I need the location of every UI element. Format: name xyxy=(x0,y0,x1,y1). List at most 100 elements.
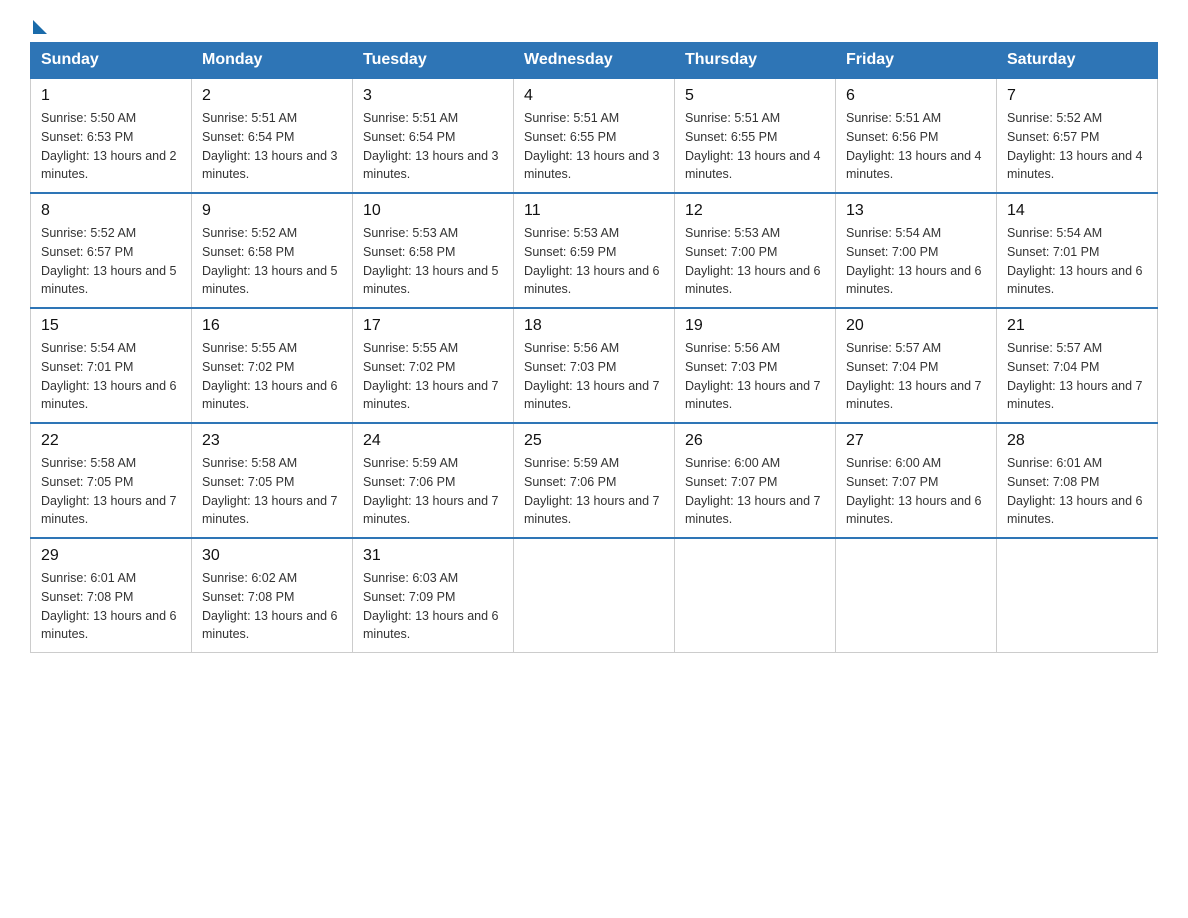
day-number: 19 xyxy=(685,317,825,335)
day-info: Sunrise: 5:55 AMSunset: 7:02 PMDaylight:… xyxy=(363,339,503,414)
day-info: Sunrise: 5:52 AMSunset: 6:58 PMDaylight:… xyxy=(202,224,342,299)
day-info: Sunrise: 5:53 AMSunset: 6:58 PMDaylight:… xyxy=(363,224,503,299)
calendar-cell: 11 Sunrise: 5:53 AMSunset: 6:59 PMDaylig… xyxy=(514,193,675,308)
calendar-table: SundayMondayTuesdayWednesdayThursdayFrid… xyxy=(30,42,1158,653)
day-info: Sunrise: 5:58 AMSunset: 7:05 PMDaylight:… xyxy=(41,454,181,529)
calendar-cell: 14 Sunrise: 5:54 AMSunset: 7:01 PMDaylig… xyxy=(997,193,1158,308)
day-info: Sunrise: 6:00 AMSunset: 7:07 PMDaylight:… xyxy=(685,454,825,529)
day-number: 20 xyxy=(846,317,986,335)
calendar-cell xyxy=(997,538,1158,653)
day-number: 13 xyxy=(846,202,986,220)
day-info: Sunrise: 6:01 AMSunset: 7:08 PMDaylight:… xyxy=(41,569,181,644)
calendar-cell: 29 Sunrise: 6:01 AMSunset: 7:08 PMDaylig… xyxy=(31,538,192,653)
calendar-cell: 13 Sunrise: 5:54 AMSunset: 7:00 PMDaylig… xyxy=(836,193,997,308)
calendar-cell: 22 Sunrise: 5:58 AMSunset: 7:05 PMDaylig… xyxy=(31,423,192,538)
day-number: 1 xyxy=(41,87,181,105)
calendar-cell: 5 Sunrise: 5:51 AMSunset: 6:55 PMDayligh… xyxy=(675,78,836,193)
day-info: Sunrise: 5:50 AMSunset: 6:53 PMDaylight:… xyxy=(41,109,181,184)
calendar-cell: 4 Sunrise: 5:51 AMSunset: 6:55 PMDayligh… xyxy=(514,78,675,193)
day-info: Sunrise: 5:51 AMSunset: 6:54 PMDaylight:… xyxy=(202,109,342,184)
day-info: Sunrise: 6:01 AMSunset: 7:08 PMDaylight:… xyxy=(1007,454,1147,529)
calendar-header-wednesday: Wednesday xyxy=(514,43,675,79)
day-info: Sunrise: 5:54 AMSunset: 7:01 PMDaylight:… xyxy=(1007,224,1147,299)
calendar-cell: 20 Sunrise: 5:57 AMSunset: 7:04 PMDaylig… xyxy=(836,308,997,423)
day-number: 2 xyxy=(202,87,342,105)
day-number: 28 xyxy=(1007,432,1147,450)
day-info: Sunrise: 6:02 AMSunset: 7:08 PMDaylight:… xyxy=(202,569,342,644)
calendar-week-2: 8 Sunrise: 5:52 AMSunset: 6:57 PMDayligh… xyxy=(31,193,1158,308)
calendar-cell: 1 Sunrise: 5:50 AMSunset: 6:53 PMDayligh… xyxy=(31,78,192,193)
day-info: Sunrise: 5:53 AMSunset: 7:00 PMDaylight:… xyxy=(685,224,825,299)
day-number: 23 xyxy=(202,432,342,450)
calendar-header-sunday: Sunday xyxy=(31,43,192,79)
day-number: 21 xyxy=(1007,317,1147,335)
day-number: 31 xyxy=(363,547,503,565)
calendar-cell: 17 Sunrise: 5:55 AMSunset: 7:02 PMDaylig… xyxy=(353,308,514,423)
day-number: 27 xyxy=(846,432,986,450)
calendar-week-5: 29 Sunrise: 6:01 AMSunset: 7:08 PMDaylig… xyxy=(31,538,1158,653)
page-header xyxy=(30,20,1158,32)
calendar-cell: 7 Sunrise: 5:52 AMSunset: 6:57 PMDayligh… xyxy=(997,78,1158,193)
day-info: Sunrise: 5:52 AMSunset: 6:57 PMDaylight:… xyxy=(41,224,181,299)
calendar-cell: 8 Sunrise: 5:52 AMSunset: 6:57 PMDayligh… xyxy=(31,193,192,308)
day-number: 17 xyxy=(363,317,503,335)
day-info: Sunrise: 5:59 AMSunset: 7:06 PMDaylight:… xyxy=(363,454,503,529)
day-info: Sunrise: 5:53 AMSunset: 6:59 PMDaylight:… xyxy=(524,224,664,299)
logo-triangle-icon xyxy=(33,20,47,34)
calendar-cell: 25 Sunrise: 5:59 AMSunset: 7:06 PMDaylig… xyxy=(514,423,675,538)
day-info: Sunrise: 6:03 AMSunset: 7:09 PMDaylight:… xyxy=(363,569,503,644)
day-number: 8 xyxy=(41,202,181,220)
calendar-cell xyxy=(675,538,836,653)
logo xyxy=(30,20,47,32)
day-number: 9 xyxy=(202,202,342,220)
calendar-cell: 18 Sunrise: 5:56 AMSunset: 7:03 PMDaylig… xyxy=(514,308,675,423)
calendar-cell xyxy=(514,538,675,653)
day-number: 14 xyxy=(1007,202,1147,220)
calendar-cell: 9 Sunrise: 5:52 AMSunset: 6:58 PMDayligh… xyxy=(192,193,353,308)
calendar-cell: 2 Sunrise: 5:51 AMSunset: 6:54 PMDayligh… xyxy=(192,78,353,193)
calendar-header-friday: Friday xyxy=(836,43,997,79)
day-number: 25 xyxy=(524,432,664,450)
calendar-cell xyxy=(836,538,997,653)
day-info: Sunrise: 5:56 AMSunset: 7:03 PMDaylight:… xyxy=(524,339,664,414)
calendar-cell: 28 Sunrise: 6:01 AMSunset: 7:08 PMDaylig… xyxy=(997,423,1158,538)
calendar-week-3: 15 Sunrise: 5:54 AMSunset: 7:01 PMDaylig… xyxy=(31,308,1158,423)
day-number: 22 xyxy=(41,432,181,450)
day-number: 26 xyxy=(685,432,825,450)
day-number: 12 xyxy=(685,202,825,220)
calendar-week-1: 1 Sunrise: 5:50 AMSunset: 6:53 PMDayligh… xyxy=(31,78,1158,193)
day-info: Sunrise: 6:00 AMSunset: 7:07 PMDaylight:… xyxy=(846,454,986,529)
calendar-cell: 31 Sunrise: 6:03 AMSunset: 7:09 PMDaylig… xyxy=(353,538,514,653)
day-number: 18 xyxy=(524,317,664,335)
day-number: 3 xyxy=(363,87,503,105)
calendar-cell: 23 Sunrise: 5:58 AMSunset: 7:05 PMDaylig… xyxy=(192,423,353,538)
calendar-header-tuesday: Tuesday xyxy=(353,43,514,79)
calendar-cell: 3 Sunrise: 5:51 AMSunset: 6:54 PMDayligh… xyxy=(353,78,514,193)
day-info: Sunrise: 5:56 AMSunset: 7:03 PMDaylight:… xyxy=(685,339,825,414)
day-info: Sunrise: 5:54 AMSunset: 7:01 PMDaylight:… xyxy=(41,339,181,414)
calendar-cell: 26 Sunrise: 6:00 AMSunset: 7:07 PMDaylig… xyxy=(675,423,836,538)
day-info: Sunrise: 5:51 AMSunset: 6:54 PMDaylight:… xyxy=(363,109,503,184)
day-number: 7 xyxy=(1007,87,1147,105)
calendar-week-4: 22 Sunrise: 5:58 AMSunset: 7:05 PMDaylig… xyxy=(31,423,1158,538)
day-info: Sunrise: 5:57 AMSunset: 7:04 PMDaylight:… xyxy=(1007,339,1147,414)
calendar-cell: 16 Sunrise: 5:55 AMSunset: 7:02 PMDaylig… xyxy=(192,308,353,423)
calendar-header-monday: Monday xyxy=(192,43,353,79)
day-number: 24 xyxy=(363,432,503,450)
day-number: 10 xyxy=(363,202,503,220)
day-number: 29 xyxy=(41,547,181,565)
calendar-header-row: SundayMondayTuesdayWednesdayThursdayFrid… xyxy=(31,43,1158,79)
day-info: Sunrise: 5:54 AMSunset: 7:00 PMDaylight:… xyxy=(846,224,986,299)
day-info: Sunrise: 5:58 AMSunset: 7:05 PMDaylight:… xyxy=(202,454,342,529)
calendar-cell: 24 Sunrise: 5:59 AMSunset: 7:06 PMDaylig… xyxy=(353,423,514,538)
calendar-header-thursday: Thursday xyxy=(675,43,836,79)
day-info: Sunrise: 5:51 AMSunset: 6:55 PMDaylight:… xyxy=(685,109,825,184)
day-number: 30 xyxy=(202,547,342,565)
calendar-cell: 19 Sunrise: 5:56 AMSunset: 7:03 PMDaylig… xyxy=(675,308,836,423)
day-info: Sunrise: 5:55 AMSunset: 7:02 PMDaylight:… xyxy=(202,339,342,414)
day-info: Sunrise: 5:52 AMSunset: 6:57 PMDaylight:… xyxy=(1007,109,1147,184)
day-info: Sunrise: 5:51 AMSunset: 6:55 PMDaylight:… xyxy=(524,109,664,184)
day-number: 11 xyxy=(524,202,664,220)
day-number: 5 xyxy=(685,87,825,105)
calendar-cell: 6 Sunrise: 5:51 AMSunset: 6:56 PMDayligh… xyxy=(836,78,997,193)
